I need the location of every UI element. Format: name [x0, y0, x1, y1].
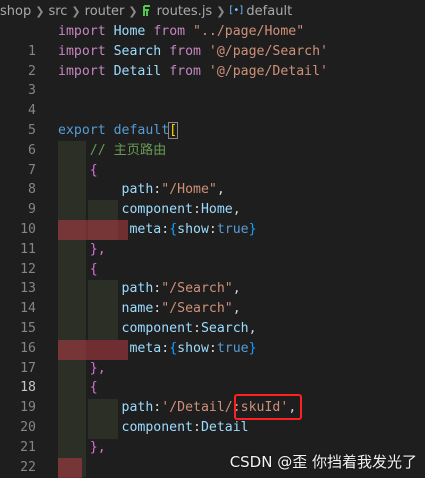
code-editor[interactable]: 1 import Home from "../page/Home" 2 impo…	[0, 22, 425, 478]
code-line: 3 import Detail from '@/page/Detail'	[0, 62, 425, 99]
code-line-active: 18 },	[0, 359, 425, 396]
code-line: 12 },	[0, 240, 425, 277]
code-line: 21 component:Detail	[0, 418, 425, 455]
code-line: 6 export default[	[0, 121, 425, 158]
code-line: 2 import Search from '@/page/Search'	[0, 42, 425, 79]
chevron-right-icon: ❯	[35, 4, 45, 18]
code-line: 4	[0, 81, 425, 118]
code-line: 17 meta:{show:true}	[0, 339, 425, 376]
breadcrumb-src[interactable]: src	[48, 4, 67, 19]
chevron-right-icon: ❯	[128, 4, 138, 18]
chevron-right-icon: ❯	[71, 4, 81, 18]
code-line: 7 // 主页路由	[0, 141, 425, 178]
code-line: 5	[0, 101, 425, 138]
breadcrumb-shop[interactable]: shop	[0, 4, 31, 19]
watermark: CSDN @歪 你挡着我发光了	[229, 453, 417, 471]
code-line: 8 {	[0, 161, 425, 198]
code-line: 16 component:Search,	[0, 319, 425, 356]
code-line: 19 {	[0, 378, 425, 415]
breadcrumb-file[interactable]: routes.js	[157, 4, 213, 19]
code-line: 20 path:'/Detail/:skuId',	[0, 398, 425, 435]
code-line: 9 path:"/Home",	[0, 180, 425, 217]
breadcrumb-symbol[interactable]: default	[246, 4, 292, 19]
code-line: 1 import Home from "../page/Home"	[0, 22, 425, 59]
javascript-file-icon	[142, 5, 152, 17]
code-line: 11 meta:{show:true}	[0, 220, 425, 257]
breadcrumb: shop ❯ src ❯ router ❯ routes.js ❯ [•] de…	[0, 0, 425, 22]
code-line: 13 {	[0, 260, 425, 297]
code-line: 15 name:"/Search",	[0, 299, 425, 336]
chevron-right-icon: ❯	[216, 4, 226, 18]
symbol-variable-icon: [•]	[229, 5, 244, 16]
code-line: 14 path:"/Search",	[0, 279, 425, 316]
matched-bracket: [	[168, 122, 179, 139]
code-line: 10 component:Home,	[0, 200, 425, 237]
breadcrumb-router[interactable]: router	[85, 4, 125, 19]
annotation-highlight-box	[234, 394, 302, 420]
